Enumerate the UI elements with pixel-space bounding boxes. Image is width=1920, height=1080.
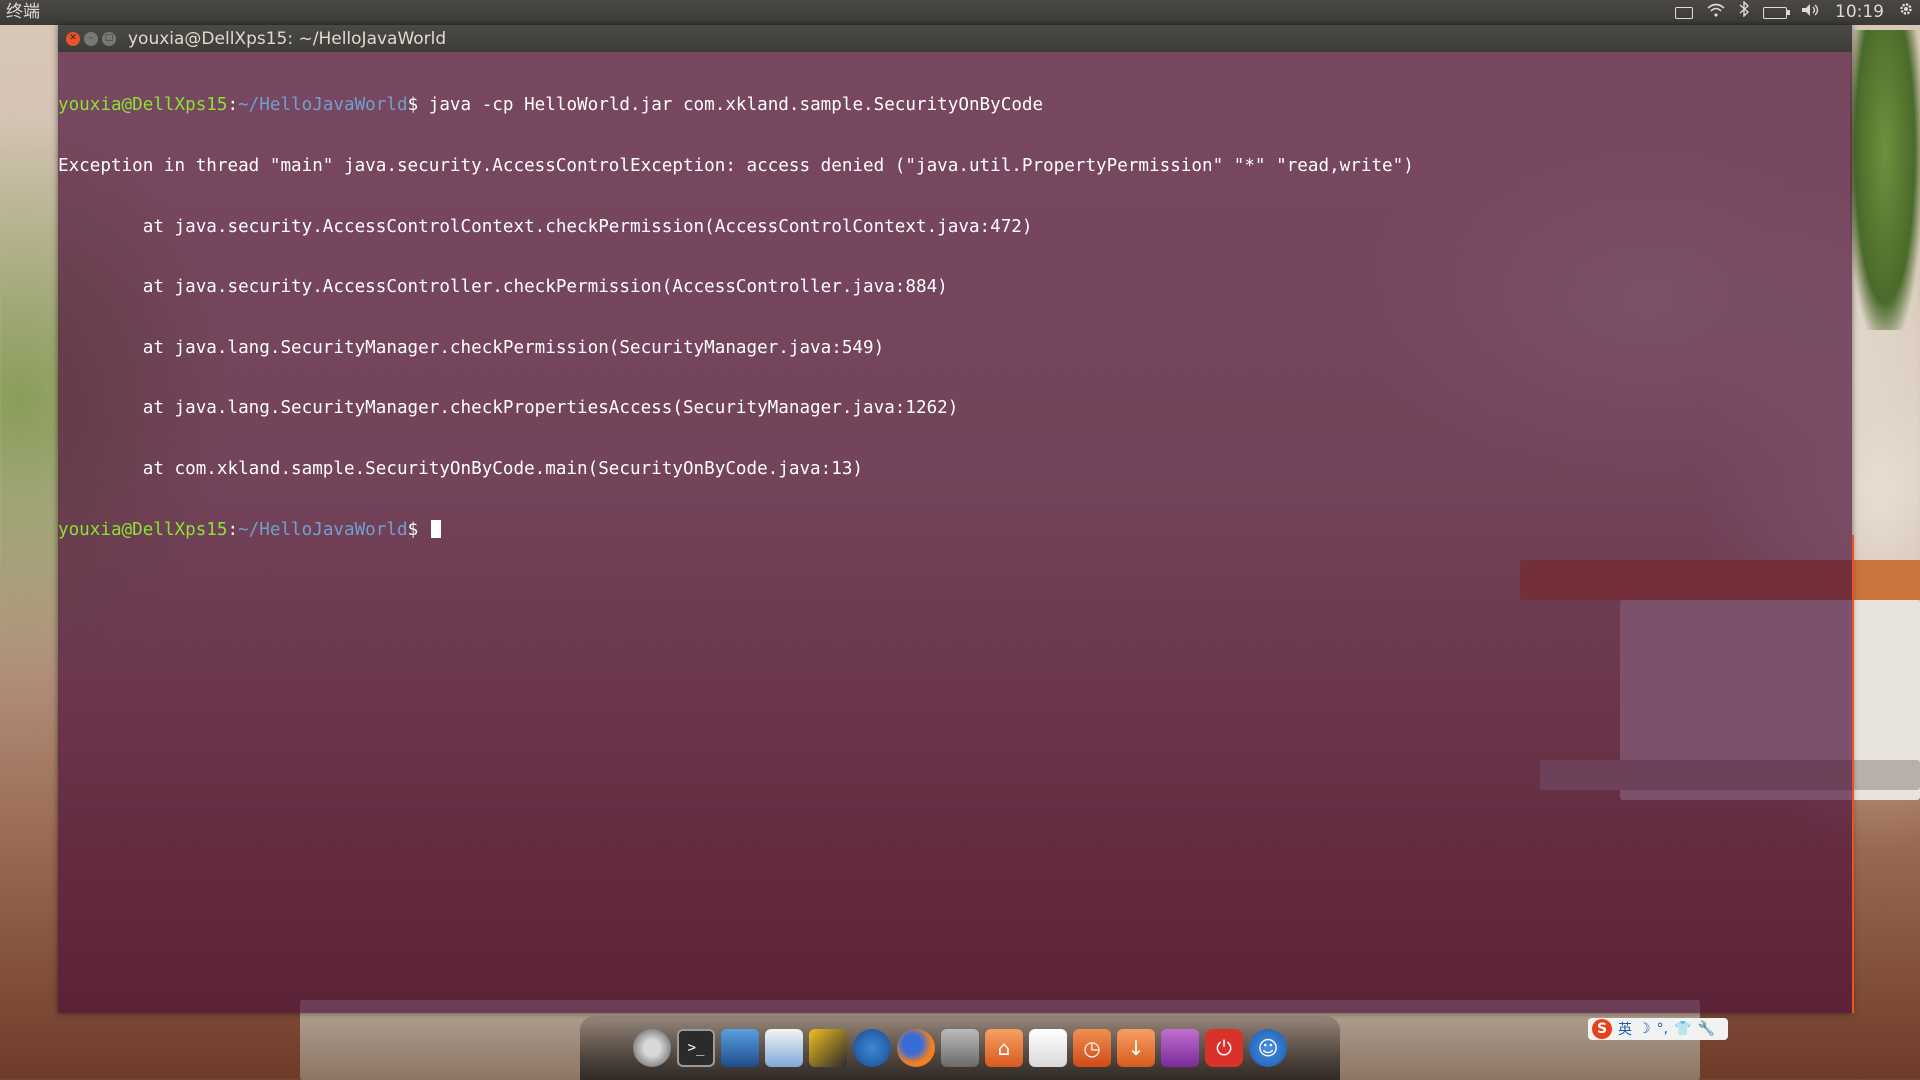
moon-icon[interactable]: ☽: [1638, 1021, 1651, 1037]
keyboard-icon[interactable]: [1675, 6, 1693, 19]
minimize-icon[interactable]: –: [84, 31, 98, 46]
home-folder-icon[interactable]: ⌂: [985, 1029, 1023, 1067]
output-line: at java.security.AccessControlContext.ch…: [58, 216, 1033, 237]
bluetooth-icon[interactable]: [1739, 0, 1750, 25]
firefox-icon[interactable]: [897, 1029, 935, 1067]
documents-icon[interactable]: [1029, 1029, 1067, 1067]
sogou-logo-icon[interactable]: S: [1592, 1019, 1612, 1039]
terminal-window[interactable]: ✕ – □ youxia@DellXps15: ~/HelloJavaWorld…: [58, 25, 1854, 1013]
writer-icon[interactable]: [765, 1029, 803, 1067]
accessibility-icon[interactable]: ☺: [1249, 1029, 1287, 1067]
active-app-name[interactable]: 终端: [6, 0, 40, 25]
prompt-line: youxia@DellXps15:~/HelloJavaWorld$: [58, 519, 1852, 540]
window-titlebar[interactable]: ✕ – □ youxia@DellXps15: ~/HelloJavaWorld: [58, 25, 1852, 52]
window-resize-edge[interactable]: [1852, 535, 1854, 1013]
prompt-symbol: $: [407, 519, 419, 540]
command-line: youxia@DellXps15:~/HelloJavaWorld$ java …: [58, 95, 1044, 116]
ime-language[interactable]: 英: [1618, 1019, 1632, 1039]
prompt-path: ~/HelloJavaWorld: [238, 519, 408, 540]
prompt-user: youxia@DellXps15: [58, 95, 228, 116]
screenshot-icon[interactable]: [721, 1029, 759, 1067]
output-line: at java.lang.SecurityManager.checkProper…: [58, 398, 959, 419]
output-line: Exception in thread "main" java.security…: [58, 156, 1414, 176]
maximize-icon[interactable]: □: [102, 31, 116, 46]
text-cursor: [430, 519, 441, 538]
volume-icon[interactable]: [1801, 0, 1821, 25]
input-method-bar[interactable]: S 英 ☽ °, 👕 🔧: [1588, 1018, 1728, 1040]
skin-icon[interactable]: 👕: [1674, 1021, 1691, 1037]
prompt-user: youxia@DellXps15: [58, 519, 228, 540]
wifi-icon[interactable]: [1707, 0, 1725, 25]
thunderbird-icon[interactable]: [853, 1029, 891, 1067]
prompt-symbol: $: [407, 95, 419, 116]
videos-icon[interactable]: [1161, 1029, 1199, 1067]
downloads-icon[interactable]: ↓: [1117, 1029, 1155, 1067]
top-panel: 终端 10:19: [0, 0, 1920, 25]
terminal-output[interactable]: youxia@DellXps15:~/HelloJavaWorld$ java …: [58, 52, 1852, 580]
image-viewer-icon[interactable]: [809, 1029, 847, 1067]
terminal-icon[interactable]: >_: [677, 1029, 715, 1067]
output-line: at java.lang.SecurityManager.checkPermis…: [58, 337, 885, 358]
clock[interactable]: 10:19: [1835, 0, 1884, 25]
indicator-area: 10:19: [1675, 0, 1914, 25]
punctuation-icon[interactable]: °,: [1657, 1021, 1668, 1037]
dock: >_ ⌂ ◷ ↓ ⏻ ☺: [580, 1016, 1340, 1080]
recent-icon[interactable]: ◷: [1073, 1029, 1111, 1067]
command-text: java -cp HelloWorld.jar com.xkland.sampl…: [418, 95, 1044, 116]
window-title: youxia@DellXps15: ~/HelloJavaWorld: [128, 28, 447, 49]
gear-icon[interactable]: [1898, 0, 1914, 25]
settings-icon[interactable]: [633, 1029, 671, 1067]
background-tree: [1850, 30, 1920, 330]
battery-icon[interactable]: [1763, 6, 1790, 19]
output-line: at com.xkland.sample.SecurityOnByCode.ma…: [58, 458, 864, 479]
power-icon[interactable]: ⏻: [1205, 1029, 1243, 1067]
close-icon[interactable]: ✕: [66, 31, 80, 46]
window-controls: ✕ – □: [66, 31, 116, 46]
output-line: at java.security.AccessController.checkP…: [58, 277, 948, 298]
prompt-path: ~/HelloJavaWorld: [238, 95, 408, 116]
drive-icon[interactable]: [941, 1029, 979, 1067]
wrench-icon[interactable]: 🔧: [1697, 1021, 1714, 1037]
